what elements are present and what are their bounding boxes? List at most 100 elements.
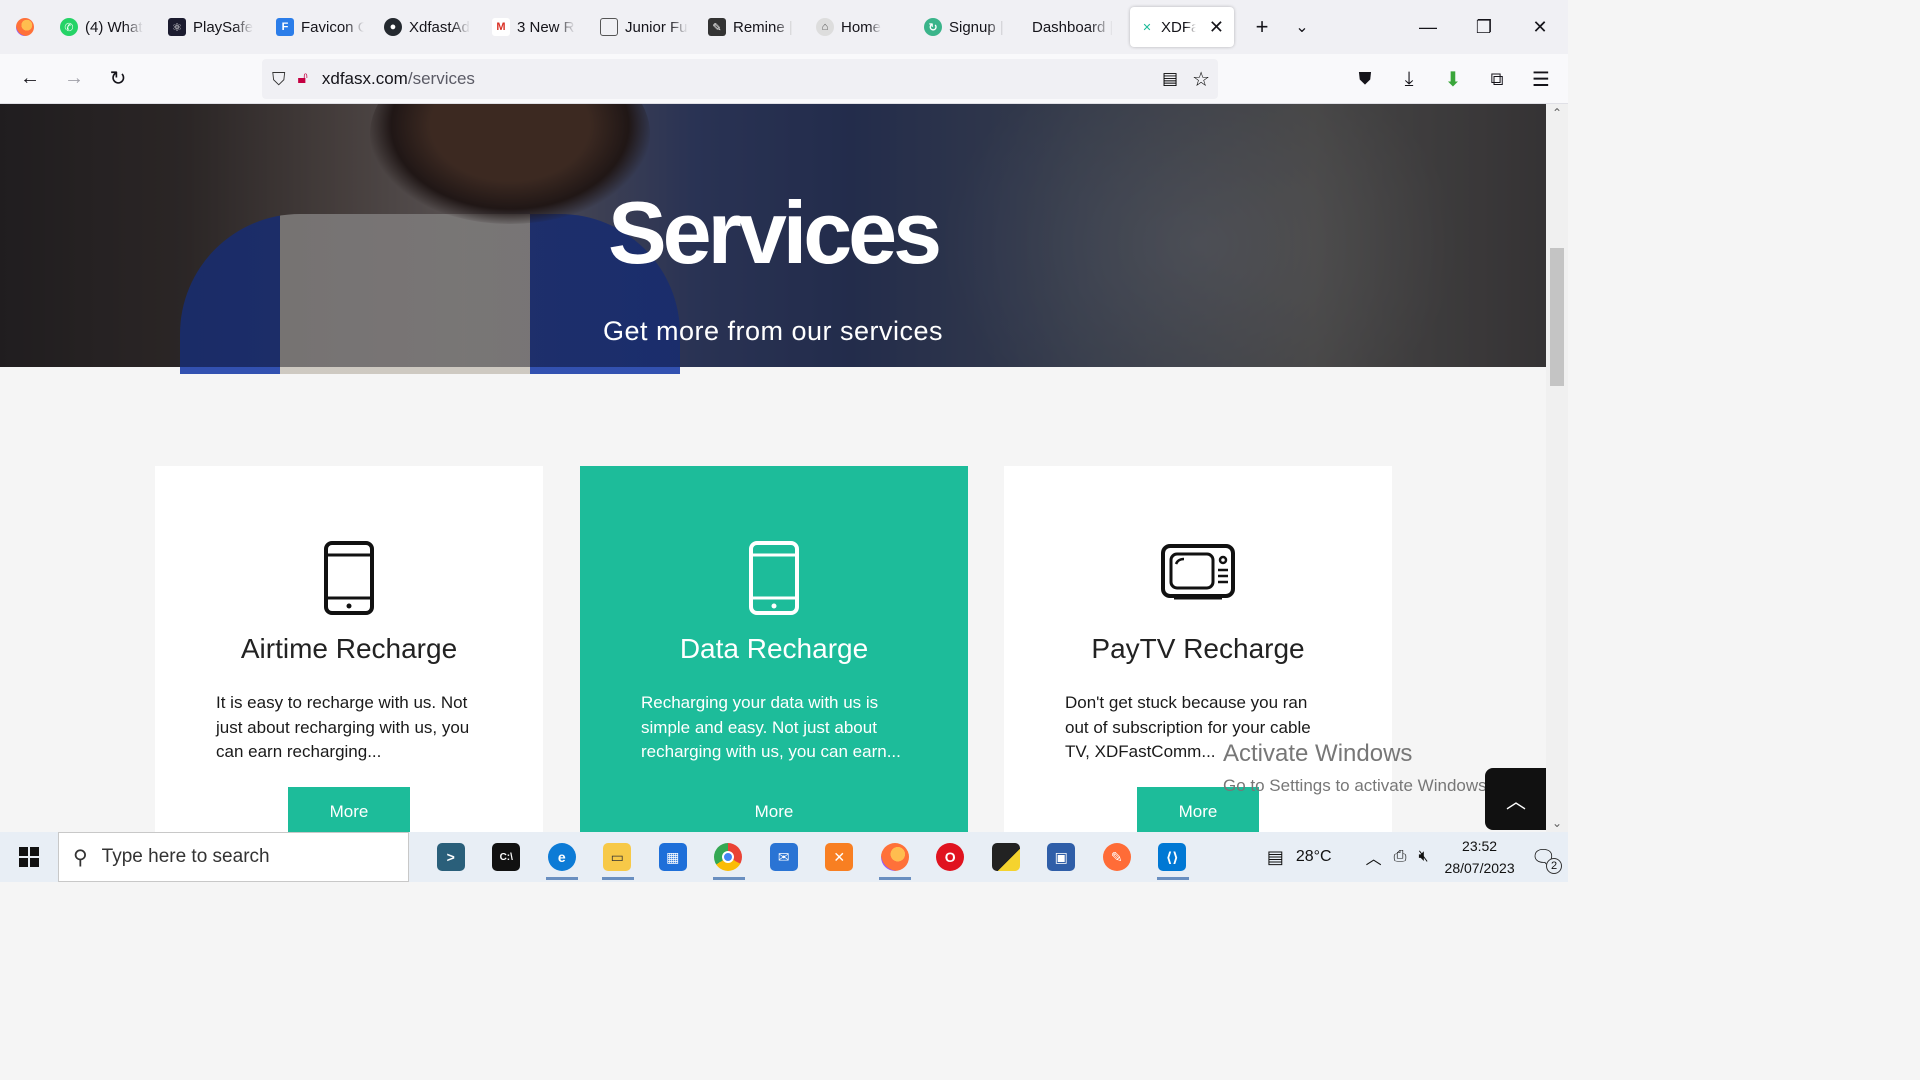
more-button[interactable]: More: [288, 787, 410, 832]
tab-title: XdfastAd: [409, 18, 470, 36]
extensions-button[interactable]: ⧉: [1478, 59, 1516, 99]
pocket-icon: ⛊: [1358, 69, 1372, 88]
page-viewport: Services Get more from our services Airt…: [0, 104, 1546, 832]
close-tab-icon[interactable]: ✕: [1209, 17, 1224, 38]
service-card-title: Data Recharge: [679, 633, 869, 664]
app-menu-button[interactable]: ☰: [1522, 59, 1560, 99]
taskbar-app-xampp[interactable]: ✕: [812, 832, 868, 882]
weather-temperature[interactable]: 28°C: [1290, 848, 1338, 866]
react-icon: ⚛: [168, 18, 186, 36]
tab-favicon[interactable]: F Favicon G: [266, 7, 374, 47]
firefox-view-button[interactable]: [0, 0, 50, 54]
taskbar-app-store[interactable]: ▦: [645, 832, 701, 882]
mobile-phone-icon: [580, 540, 968, 620]
clock[interactable]: 23:52 28/07/2023: [1435, 835, 1525, 879]
reload-button[interactable]: ↻: [96, 59, 140, 99]
tab-home[interactable]: ⌂ Home: [806, 7, 914, 47]
watermark-subtitle: Go to Settings to activate Windows.: [1223, 776, 1492, 795]
start-button[interactable]: [0, 832, 58, 882]
tab-playsafe[interactable]: ⚛ PlaySafe: [158, 7, 266, 47]
clock-date: 28/07/2023: [1444, 860, 1515, 876]
taskbar-apps: > C:\ e ▭ ▦ ✉ ✕ O ▣ ✎ ⟨⟩: [423, 832, 1200, 882]
close-window-button[interactable]: ✕: [1512, 0, 1568, 54]
taskbar-app-opera[interactable]: O: [923, 832, 979, 882]
window-controls: — ❐ ✕: [1400, 0, 1568, 54]
tab-whatsapp[interactable]: ✆ (4) What: [50, 7, 158, 47]
url-path: /services: [407, 69, 475, 88]
tab-remine[interactable]: ✎ Remine |: [698, 7, 806, 47]
scroll-to-top-button[interactable]: ︿: [1485, 768, 1546, 830]
postman-icon: ✎: [1102, 843, 1131, 871]
page-subtitle: Get more from our services: [602, 316, 944, 346]
github-icon: ●: [384, 18, 402, 36]
close-icon: ✕: [1532, 16, 1548, 37]
navigation-toolbar: ← → ↻ ⛉ 🔓︎ xdfasx.com/services ▤ ☆ ⛊ ⤓ ⬇…: [0, 54, 1568, 104]
forward-button[interactable]: →: [52, 59, 96, 99]
chevron-up-icon[interactable]: ︿: [1360, 845, 1388, 869]
tab-signup[interactable]: ↻ Signup |: [914, 7, 1022, 47]
more-button[interactable]: More: [713, 787, 835, 832]
scroll-down-arrow-icon[interactable]: ⌄: [1546, 816, 1568, 830]
taskbar-app-firefox[interactable]: [867, 832, 923, 882]
whatsapp-icon: ✆: [60, 18, 78, 36]
toolbar-right: ⛊ ⤓ ⬇ ⧉ ☰: [1346, 54, 1560, 104]
new-tab-button[interactable]: +: [1242, 7, 1282, 47]
television-icon: [1004, 540, 1392, 620]
tab-title: Junior Fu: [625, 18, 688, 36]
gmail-icon: M: [492, 18, 510, 36]
pocket-button[interactable]: ⛊: [1346, 59, 1384, 99]
tab-gmail[interactable]: M 3 New R: [482, 7, 590, 47]
scroll-up-arrow-icon[interactable]: ⌃: [1546, 106, 1568, 120]
scrollbar-thumb[interactable]: [1550, 248, 1564, 386]
downloads-button[interactable]: ⤓: [1390, 59, 1428, 99]
vscode-icon: ⟨⟩: [1158, 843, 1187, 871]
chevron-up-icon: ︿: [1506, 790, 1526, 813]
tab-title: Dashboard |: [1032, 18, 1114, 36]
tab-title: PlaySafe: [193, 18, 254, 36]
meet-now-icon[interactable]: ⎙: [1388, 848, 1413, 866]
list-all-tabs-button[interactable]: ⌄: [1282, 7, 1322, 47]
chrome-icon: [714, 843, 743, 871]
taskbar-app-powershell-ise[interactable]: >: [423, 832, 479, 882]
taskbar-app-postman[interactable]: ✎: [1089, 832, 1145, 882]
activate-windows-watermark: Activate Windows Go to Settings to activ…: [1223, 740, 1491, 796]
taskbar-app-chrome[interactable]: [701, 832, 757, 882]
speaker-muted-icon[interactable]: 🔇︎: [1412, 848, 1434, 866]
taskbar-app-file-explorer[interactable]: ▭: [590, 832, 646, 882]
service-card-text: Recharging your data with us is simple a…: [641, 693, 901, 761]
hero-banner: Services Get more from our services: [0, 104, 1546, 374]
hamburger-menu-icon: ☰: [1532, 68, 1550, 91]
tab-xdfasx-active[interactable]: ✕ XDFas ✕: [1130, 7, 1234, 47]
reader-view-icon[interactable]: ▤: [1162, 69, 1178, 89]
pen-icon: ✎: [708, 18, 726, 36]
taskbar-app-sticky-notes[interactable]: [978, 832, 1034, 882]
taskbar-search-box[interactable]: ⚲ Type here to search: [58, 832, 409, 882]
bookmark-star-icon[interactable]: ☆: [1192, 67, 1210, 92]
weather-icon[interactable]: ▤: [1261, 847, 1290, 868]
folder-icon: ▭: [603, 843, 632, 871]
mail-icon: ✉: [769, 843, 798, 871]
url-bar[interactable]: ⛉ 🔓︎ xdfasx.com/services ▤ ☆: [262, 59, 1218, 99]
home-site-icon: ⌂: [816, 18, 834, 36]
taskbar-app-edge[interactable]: e: [534, 832, 590, 882]
minimize-button[interactable]: —: [1400, 0, 1456, 54]
taskbar-app-mail[interactable]: ✉: [756, 832, 812, 882]
restore-button[interactable]: ❐: [1456, 0, 1512, 54]
plus-icon: +: [1255, 14, 1269, 39]
notification-center-button[interactable]: 🗨︎ 2: [1525, 845, 1562, 874]
tab-title: XDFas: [1161, 18, 1196, 36]
tab-list: ✆ (4) What ⚛ PlaySafe F Favicon G ● Xdfa…: [50, 0, 1234, 54]
tab-junior[interactable]: Junior Fu: [590, 7, 698, 47]
page-scrollbar[interactable]: ⌃ ⌄: [1546, 104, 1568, 832]
taskbar-app-vscode[interactable]: ⟨⟩: [1145, 832, 1201, 882]
shield-icon: ⛉: [272, 68, 286, 89]
clock-time: 23:52: [1462, 838, 1498, 854]
tab-title: 3 New R: [517, 18, 575, 36]
idm-extension-button[interactable]: ⬇: [1434, 59, 1472, 99]
taskbar-app-command-prompt[interactable]: C:\: [479, 832, 535, 882]
back-button[interactable]: ←: [8, 59, 52, 99]
tab-github[interactable]: ● XdfastAd: [374, 7, 482, 47]
tab-dashboard[interactable]: Dashboard |: [1022, 7, 1130, 47]
taskbar-app-remote-desktop[interactable]: ▣: [1034, 832, 1090, 882]
tab-title: (4) What: [85, 18, 143, 36]
